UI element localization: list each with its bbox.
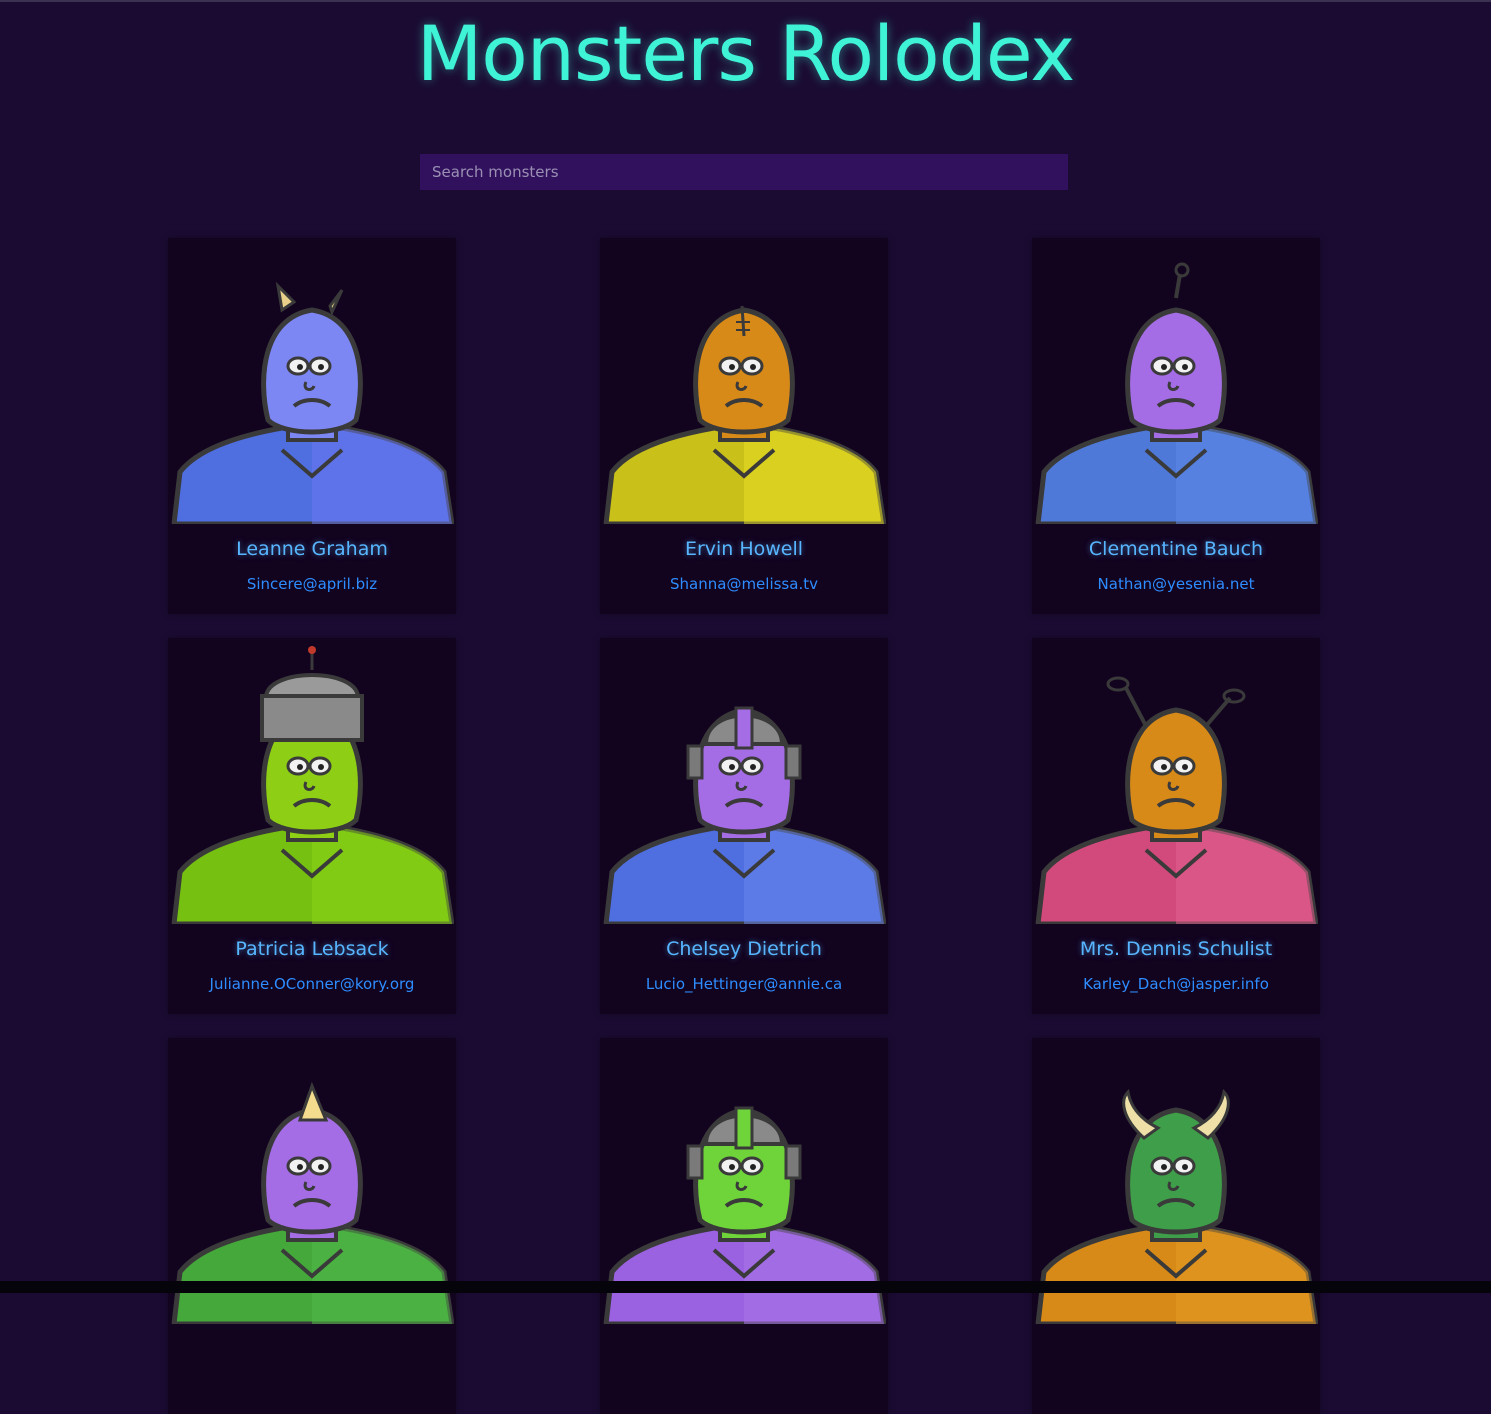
monster-name: Clementine Bauch: [1088, 538, 1264, 560]
search-input[interactable]: [420, 154, 1068, 190]
monster-name: Patricia Lebsack: [235, 938, 389, 960]
monster-name: Ervin Howell: [684, 538, 804, 560]
monster-avatar: [170, 240, 454, 524]
monster-email: Julianne.OConner@kory.org: [209, 975, 415, 993]
monster-email: Nathan@yesenia.net: [1097, 575, 1255, 593]
monster-card[interactable]: Leanne Graham Sincere@april.biz: [168, 238, 456, 614]
monster-card[interactable]: [168, 1038, 456, 1414]
monster-email: Shanna@melissa.tv: [670, 575, 818, 593]
monster-avatar: [1034, 240, 1318, 524]
monster-avatar: [602, 240, 886, 524]
window-bottom-edge: [0, 1281, 1491, 1293]
monster-card[interactable]: Mrs. Dennis Schulist Karley_Dach@jasper.i…: [1032, 638, 1320, 1014]
top-border: [0, 0, 1491, 2]
monster-email: Sincere@april.biz: [246, 575, 378, 593]
monster-card[interactable]: Ervin Howell Shanna@melissa.tv: [600, 238, 888, 614]
monster-card[interactable]: [1032, 1038, 1320, 1414]
monster-card[interactable]: Clementine Bauch Nathan@yesenia.net: [1032, 238, 1320, 614]
monster-avatar: [602, 640, 886, 924]
monster-card[interactable]: [600, 1038, 888, 1414]
monster-name: Leanne Graham: [236, 538, 388, 560]
monster-email: Karley_Dach@jasper.info: [1083, 975, 1269, 993]
monster-card[interactable]: Chelsey Dietrich Lucio_Hettinger@annie.ca: [600, 638, 888, 1014]
monster-avatar: [170, 640, 454, 924]
monster-name: Mrs. Dennis Schulist: [1079, 938, 1273, 960]
page-title: Monsters Rolodex: [416, 9, 1076, 98]
monster-name: Chelsey Dietrich: [666, 938, 822, 960]
monster-email: Lucio_Hettinger@annie.ca: [645, 975, 843, 993]
monster-card[interactable]: Patricia Lebsack Julianne.OConner@kory.or…: [168, 638, 456, 1014]
monster-avatar: [1034, 640, 1318, 924]
